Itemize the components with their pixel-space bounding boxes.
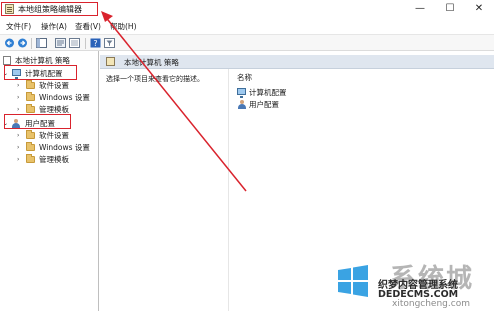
folder-icon: [26, 92, 35, 101]
navigation-tree: 本地计算机 策略 ⌄ 计算机配置 › 软件设置 › Windows 设置 › 管…: [0, 51, 99, 311]
svg-text:?: ?: [93, 39, 97, 48]
folder-icon: [26, 80, 35, 89]
export-list-icon[interactable]: [69, 38, 80, 48]
help-icon[interactable]: ?: [90, 38, 101, 48]
menu-action[interactable]: 操作(A): [41, 21, 67, 32]
details-header-title: 本地计算机 策略: [124, 58, 179, 67]
tree-item-windows-settings[interactable]: › Windows 设置: [17, 92, 97, 103]
tree-item-label: 软件设置: [39, 131, 69, 140]
title-highlight-box: [1, 2, 98, 16]
details-header: 本地计算机 策略: [100, 55, 494, 69]
menu-view[interactable]: 查看(V): [75, 21, 101, 32]
chevron-right-icon[interactable]: ›: [17, 92, 23, 103]
list-item-label: 用户配置: [249, 100, 279, 109]
list-item-label: 计算机配置: [249, 88, 287, 97]
tree-item-label: Windows 设置: [39, 93, 90, 102]
column-divider: [228, 69, 229, 311]
folder-icon: [26, 142, 35, 151]
folder-icon: [26, 104, 35, 113]
user-icon: [238, 100, 246, 109]
watermark: 系统城 织梦内容管理系统 DEDECMS.COM xitongcheng.com: [332, 258, 494, 311]
toolbar: ?: [0, 34, 494, 51]
filter-icon[interactable]: [104, 38, 115, 48]
tree-item-software-settings[interactable]: › 软件设置: [17, 80, 97, 91]
forward-icon[interactable]: [17, 38, 28, 48]
chevron-right-icon[interactable]: ›: [17, 80, 23, 91]
tree-item-admin-templates[interactable]: › 管理模板: [17, 154, 97, 165]
menu-help[interactable]: 帮助(H): [110, 21, 137, 32]
watermark-line3: xitongcheng.com: [392, 299, 470, 309]
menu-bar: 文件(F) 操作(A) 查看(V) 帮助(H): [0, 18, 494, 34]
windows-logo-icon: [338, 265, 368, 297]
tree-item-software-settings[interactable]: › 软件设置: [17, 130, 97, 141]
policy-icon: [106, 57, 115, 66]
toolbar-separator: [85, 38, 86, 49]
computer-config-highlight-box: [4, 65, 77, 80]
chevron-right-icon[interactable]: ›: [17, 130, 23, 141]
chevron-right-icon[interactable]: ›: [17, 154, 23, 165]
title-bar: 本地组策略编辑器 — ☐ ✕: [0, 0, 494, 18]
minimize-button[interactable]: —: [405, 0, 435, 18]
menu-file[interactable]: 文件(F): [6, 21, 31, 32]
tree-item-label: 软件设置: [39, 81, 69, 90]
show-hide-tree-icon[interactable]: [36, 38, 47, 48]
computer-icon: [237, 88, 246, 98]
toolbar-separator: [31, 38, 32, 49]
back-icon[interactable]: [4, 38, 15, 48]
description-text: 选择一个项目来查看它的描述。: [106, 75, 204, 83]
user-config-highlight-box: [4, 114, 71, 129]
tree-item-windows-settings[interactable]: › Windows 设置: [17, 142, 97, 153]
close-button[interactable]: ✕: [464, 0, 494, 18]
policy-icon: [3, 56, 11, 65]
maximize-button[interactable]: ☐: [435, 0, 465, 18]
tree-item-label: 管理模板: [39, 155, 69, 164]
folder-icon: [26, 154, 35, 163]
folder-icon: [26, 130, 35, 139]
chevron-right-icon[interactable]: ›: [17, 142, 23, 153]
tree-item-label: Windows 设置: [39, 143, 90, 152]
properties-icon[interactable]: [55, 38, 66, 48]
name-column-header[interactable]: 名称: [237, 72, 252, 83]
